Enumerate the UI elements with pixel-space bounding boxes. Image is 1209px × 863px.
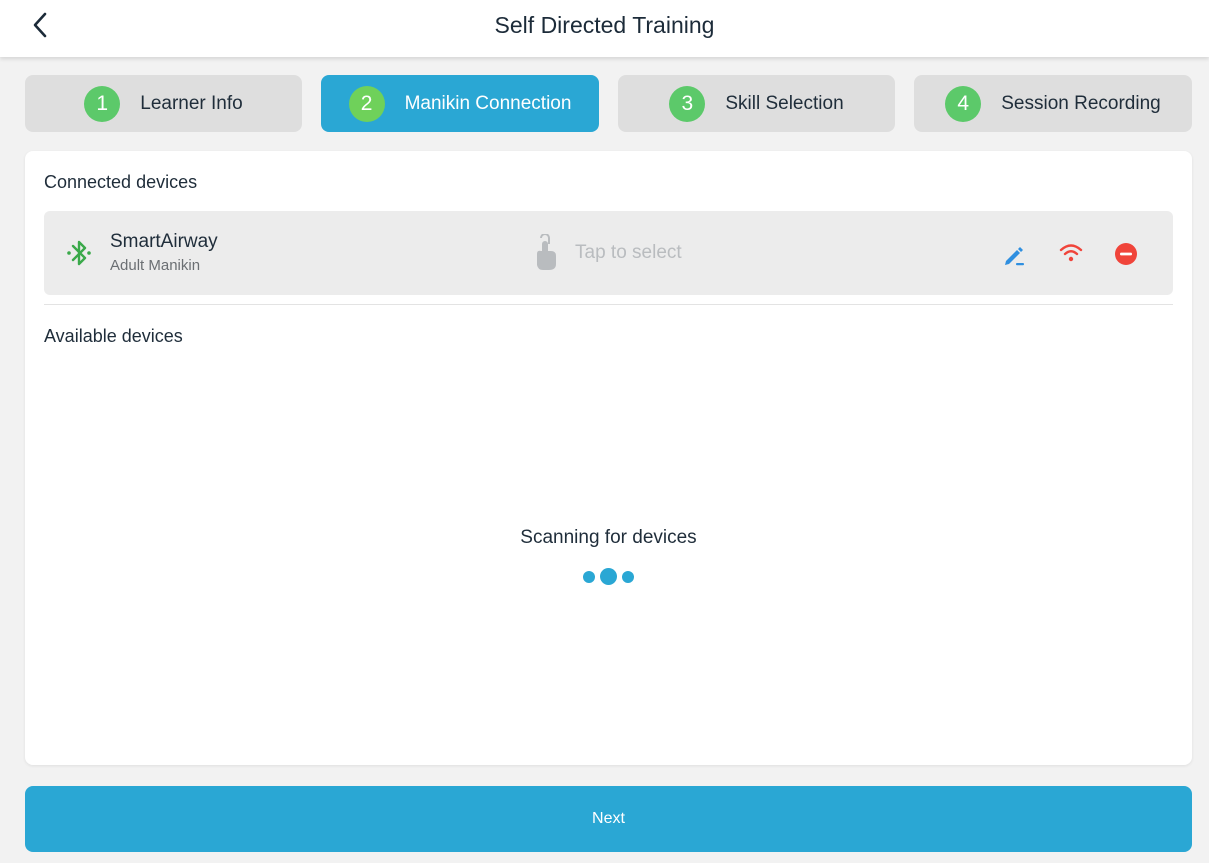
device-name: SmartAirway xyxy=(110,231,218,252)
pencil-icon[interactable] xyxy=(1003,244,1025,266)
available-devices-heading: Available devices xyxy=(44,326,183,346)
tap-to-select-hint: Tap to select xyxy=(575,242,682,263)
step-number-badge: 3 xyxy=(669,85,706,122)
connected-device-row[interactable]: SmartAirway Adult Manikin Tap to select xyxy=(44,211,1173,295)
loading-dot xyxy=(622,571,634,583)
tap-hand-icon xyxy=(537,234,556,270)
top-bar: Self Directed Training xyxy=(0,0,1209,57)
loading-indicator xyxy=(581,566,641,588)
device-type: Adult Manikin xyxy=(110,257,201,274)
device-panel: Connected devices SmartAirway Adult Mani… xyxy=(25,151,1192,765)
step-skill-selection[interactable]: 3 Skill Selection xyxy=(618,75,895,132)
step-label: Skill Selection xyxy=(725,92,844,114)
page-title: Self Directed Training xyxy=(494,12,715,38)
step-learner-info[interactable]: 1 Learner Info xyxy=(25,75,302,132)
step-number-badge: 4 xyxy=(945,85,982,122)
step-number-badge: 1 xyxy=(84,85,121,122)
remove-circle-icon[interactable] xyxy=(1114,242,1138,266)
bluetooth-icon xyxy=(67,240,91,266)
step-number-badge: 2 xyxy=(348,85,385,122)
section-divider xyxy=(44,304,1173,305)
next-button[interactable]: Next xyxy=(25,786,1192,852)
step-label: Learner Info xyxy=(140,92,243,114)
loading-dot xyxy=(583,571,595,583)
connected-devices-heading: Connected devices xyxy=(44,172,198,192)
step-label: Session Recording xyxy=(1001,92,1161,114)
step-label: Manikin Connection xyxy=(404,92,572,114)
step-session-recording[interactable]: 4 Session Recording xyxy=(914,75,1192,132)
scanning-status: Scanning for devices xyxy=(520,527,697,548)
wifi-icon[interactable] xyxy=(1059,242,1083,264)
loading-dot xyxy=(600,568,617,585)
step-manikin-connection[interactable]: 2 Manikin Connection xyxy=(321,75,599,132)
